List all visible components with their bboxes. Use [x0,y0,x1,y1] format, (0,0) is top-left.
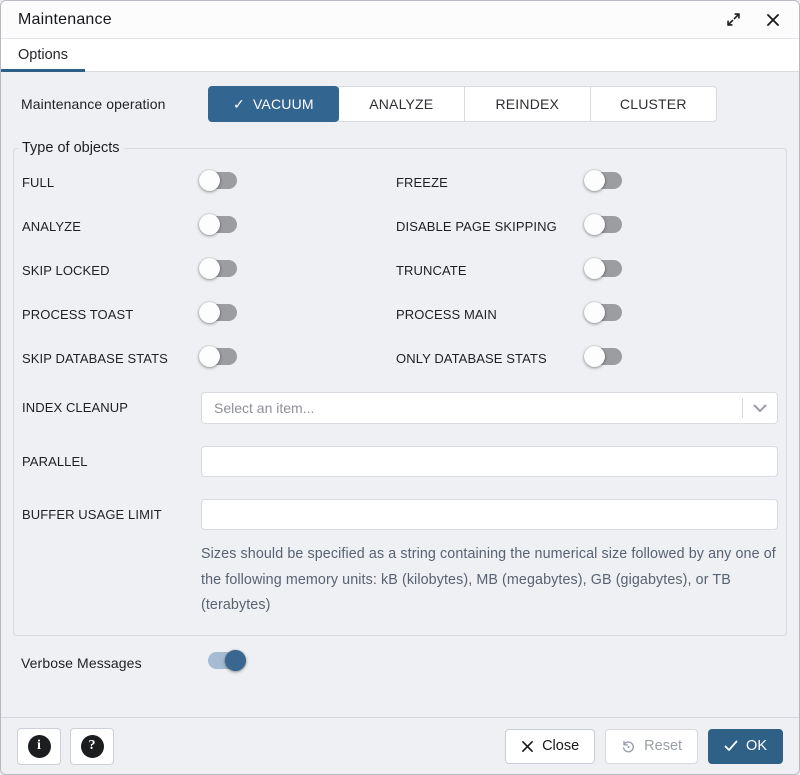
toggle-knob [584,346,605,367]
operation-button-group: ✓ VACUUM ANALYZE REINDEX CLUSTER [208,86,787,122]
operation-label: Maintenance operation [21,96,208,112]
operation-analyze-label: ANALYZE [369,96,433,112]
toggle-knob [225,650,246,671]
parallel-label: PARALLEL [22,454,201,470]
toggle-knob [584,258,605,279]
ok-button[interactable]: OK [708,729,783,764]
operation-row: Maintenance operation ✓ VACUUM ANALYZE R… [21,86,787,122]
dialog-title: Maintenance [18,11,112,29]
toggle-process-main[interactable] [586,304,622,321]
toggle-label-full: FULL [22,175,201,191]
help-button[interactable]: ? [70,728,114,765]
operation-cluster-button[interactable]: CLUSTER [590,86,717,122]
toggle-analyze[interactable] [201,216,237,233]
type-of-objects-fieldset: Type of objects FULL FREEZE ANALYZE DISA… [13,140,787,636]
close-button[interactable]: Close [505,729,595,764]
reset-button-label: Reset [644,738,682,754]
toggle-knob [584,170,605,191]
index-cleanup-placeholder: Select an item... [214,400,742,416]
chevron-down-icon[interactable] [743,404,777,413]
toggle-label-skip-locked: SKIP LOCKED [22,263,201,279]
toggle-skip-locked[interactable] [201,260,237,277]
reset-icon [621,739,636,754]
toggle-disable-page-skipping[interactable] [586,216,622,233]
toggle-label-only-database-stats: ONLY DATABASE STATS [396,351,586,367]
verbose-messages-label: Verbose Messages [21,655,208,671]
toggle-freeze[interactable] [586,172,622,189]
toggle-label-process-toast: PROCESS TOAST [22,307,201,323]
ok-button-label: OK [746,738,767,754]
info-icon: i [28,735,51,758]
toggle-label-analyze: ANALYZE [22,219,201,235]
dialog-content: Maintenance operation ✓ VACUUM ANALYZE R… [1,72,799,717]
parallel-input[interactable] [201,446,778,477]
sql-info-button[interactable]: i [17,728,61,765]
operation-analyze-button[interactable]: ANALYZE [338,86,465,122]
maintenance-dialog: Maintenance Options Maintenance operatio… [0,0,800,775]
buffer-usage-limit-input[interactable] [201,499,778,530]
toggle-skip-database-stats[interactable] [201,348,237,365]
toggle-label-process-main: PROCESS MAIN [396,307,586,323]
buffer-usage-limit-help-text: Sizes should be specified as a string co… [201,542,778,619]
help-icon: ? [81,735,104,758]
toggle-knob [584,302,605,323]
tab-options-label: Options [18,47,68,63]
toggle-only-database-stats[interactable] [586,348,622,365]
operation-vacuum-label: VACUUM [253,96,314,112]
toggle-verbose-messages[interactable] [208,652,244,669]
toggle-label-freeze: FREEZE [396,175,586,191]
titlebar: Maintenance [1,1,799,39]
operation-reindex-button[interactable]: REINDEX [464,86,591,122]
toggle-full[interactable] [201,172,237,189]
close-icon[interactable] [764,11,781,28]
toggle-grid: FULL FREEZE ANALYZE DISABLE PAGE SKIPPIN… [22,172,778,370]
toggle-knob [199,170,220,191]
toggle-knob [199,258,220,279]
toggle-label-skip-database-stats: SKIP DATABASE STATS [22,351,201,367]
index-cleanup-select[interactable]: Select an item... [201,392,778,424]
operation-reindex-label: REINDEX [495,96,559,112]
toggle-knob [199,214,220,235]
buffer-usage-limit-row: BUFFER USAGE LIMIT [22,499,778,530]
expand-icon[interactable] [725,11,742,28]
index-cleanup-label: INDEX CLEANUP [22,400,201,416]
operation-cluster-label: CLUSTER [620,96,687,112]
footer: i ? Close Reset OK [1,717,799,774]
toggle-label-truncate: TRUNCATE [396,263,586,279]
operation-vacuum-button[interactable]: ✓ VACUUM [208,86,339,122]
check-icon: ✓ [233,97,245,111]
close-x-icon [521,740,534,753]
toggle-truncate[interactable] [586,260,622,277]
toggle-knob [199,346,220,367]
toggle-knob [584,214,605,235]
close-button-label: Close [542,738,579,754]
index-cleanup-row: INDEX CLEANUP Select an item... [22,392,778,424]
toggle-label-disable-page-skipping: DISABLE PAGE SKIPPING [396,219,586,235]
parallel-row: PARALLEL [22,446,778,477]
tab-options[interactable]: Options [1,39,85,71]
verbose-messages-row: Verbose Messages [21,652,787,674]
reset-button[interactable]: Reset [605,729,698,764]
buffer-usage-limit-label: BUFFER USAGE LIMIT [22,507,201,523]
ok-check-icon [724,740,738,752]
toggle-knob [199,302,220,323]
toggle-process-toast[interactable] [201,304,237,321]
tab-bar: Options [1,39,799,72]
type-of-objects-legend: Type of objects [18,140,124,156]
